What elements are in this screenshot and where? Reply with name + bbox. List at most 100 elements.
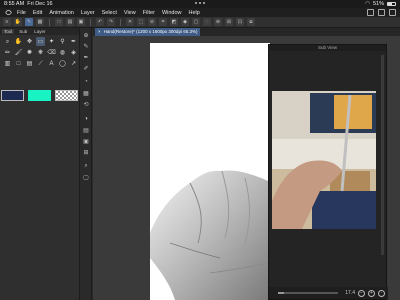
status-right: ◠ 51% [365,0,396,8]
invert-selection-icon[interactable]: ◩ [170,18,178,26]
material-icon[interactable]: ▣ [82,137,90,145]
search-icon[interactable]: ⌕ [82,162,90,170]
crop-icon[interactable]: ⌗ [159,18,167,26]
eraser-icon[interactable]: ⌫ [47,48,56,57]
close-icon[interactable]: × [98,28,101,36]
undo-icon[interactable]: ↶ [96,18,104,26]
balloon-icon[interactable]: ◯ [58,59,67,68]
frame-icon[interactable]: ▤ [25,59,34,68]
palette-bar: ⊕ ✎ ✒ ✐ ◔ ▦ ⟲ ◑ ▤ ▣ ⊞ ⌕ ▢ [80,28,92,300]
menu-file[interactable]: File [17,10,26,16]
airbrush-icon[interactable]: ✺ [25,48,34,57]
menu-window[interactable]: Window [162,10,182,16]
text-icon[interactable]: A [47,59,56,68]
layer-properties-icon[interactable]: ◑ [82,115,90,123]
redo-icon[interactable]: ↷ [107,18,115,26]
menu-select[interactable]: Select [102,10,117,16]
zoom-icon[interactable]: ⌕ [3,37,12,46]
figure-icon[interactable]: □ [14,59,23,68]
tab-sub[interactable]: Sub [17,29,29,34]
window-icon[interactable]: ▢ [82,173,90,181]
wand-icon[interactable]: ✦ [47,37,56,46]
reference-icon[interactable]: ⊡ [236,18,244,26]
decoration-icon[interactable]: ❋ [36,48,45,57]
brush-size-icon[interactable]: ✎ [82,42,90,50]
new-icon[interactable]: □ [55,18,63,26]
select-tool-icon[interactable]: ▭ [36,37,45,46]
zoom-slider[interactable] [278,292,339,294]
tab-tool[interactable]: Tool [2,29,15,34]
select-layer-icon[interactable]: ▢ [192,18,200,26]
snap-icon[interactable]: ⊕ [214,18,222,26]
multitask-dots-icon[interactable] [190,2,210,5]
divider [120,18,121,26]
menu-edit[interactable]: Edit [33,10,42,16]
gradient-icon[interactable]: ▥ [3,59,12,68]
sub-view-scrollbar[interactable] [381,55,384,255]
history-icon[interactable]: ⟲ [82,100,90,108]
correction-icon[interactable]: ↗ [69,59,78,68]
ruler-tool-icon[interactable]: ⟋ [36,59,45,68]
menu-view[interactable]: View [124,10,136,16]
menu-animation[interactable]: Animation [49,10,73,16]
drawing-canvas[interactable] [150,43,270,300]
open-icon[interactable]: ▤ [66,18,74,26]
zoom-out-icon[interactable]: − [358,289,365,297]
menu-icon[interactable]: ≡ [3,18,11,26]
pen-settings-icon[interactable]: ✒ [82,53,90,61]
sub-view-title: Sub View [269,45,386,51]
pen-mode-icon[interactable]: ✎ [25,18,33,26]
hand-icon[interactable]: ✋ [14,18,22,26]
settings-icon[interactable] [389,9,396,16]
color-swatches [1,90,78,101]
main-color-swatch[interactable] [1,90,24,101]
layers-icon[interactable]: ▤ [82,126,90,134]
status-bar: 8:55 AM Fri Dec 16 ◠ 51% [0,0,400,8]
autoaction-icon[interactable]: ⊞ [82,148,90,156]
app-logo-icon[interactable] [4,8,13,17]
hand-drawing [150,170,270,300]
pencil-icon[interactable]: ✏ [3,48,12,57]
layout-icon[interactable] [378,9,385,16]
hand-tool-icon[interactable]: ✋ [14,37,23,46]
sub-view-panel: Sub View 17.4 − + · [268,44,388,300]
sub-color-swatch[interactable] [28,90,51,101]
blend-icon[interactable]: ◍ [58,48,67,57]
clear-icon[interactable]: ✕ [126,18,134,26]
menu-layer[interactable]: Layer [81,10,95,16]
deselect-icon[interactable]: ⊘ [148,18,156,26]
grid-icon[interactable]: ▦ [36,18,44,26]
tool-panel-tabs: Tool Sub Layer [0,28,79,35]
wifi-icon: ◠ [365,1,370,7]
menu-help[interactable]: Help [189,10,200,16]
transform-icon[interactable]: ⬚ [137,18,145,26]
move-icon[interactable]: ✥ [25,37,34,46]
eyedropper-icon[interactable]: ⚲ [58,37,67,46]
eyedropper-icon[interactable]: · [378,289,385,297]
transparent-color-swatch[interactable] [55,90,78,101]
color-wheel-icon[interactable]: ◔ [82,78,90,86]
zoom-in-icon[interactable]: + [368,289,375,297]
ruler-icon[interactable]: ⊞ [225,18,233,26]
tool-panel: Tool Sub Layer ⌕ ✋ ✥ ▭ ✦ ⚲ ✒ ✏ 🖌 ✺ ❋ ⌫ ◍… [0,28,80,300]
zoom-slider-fill [278,292,285,294]
document-tab[interactable]: × Hand(Restore)* (1200 x 1600px 300dpi 6… [95,28,201,36]
reference-photo-image [272,91,376,229]
divider [90,18,91,26]
date: Fri Dec 16 [27,1,53,7]
fill-tool-icon[interactable]: ◈ [69,48,78,57]
panel-toggle-icon[interactable] [367,9,374,16]
color-set-icon[interactable]: ▦ [82,89,90,97]
menu-filter[interactable]: Filter [143,10,155,16]
pen-icon[interactable]: ✒ [69,37,78,46]
save-icon[interactable]: ▣ [77,18,85,26]
symmetry-icon[interactable]: ⧈ [247,18,255,26]
brush-icon[interactable]: 🖌 [14,48,23,57]
fill-icon[interactable]: ◆ [181,18,189,26]
reference-photo[interactable] [272,91,376,229]
tab-layer[interactable]: Layer [32,29,47,34]
navigator-icon[interactable]: ⊕ [82,31,90,39]
edit-icon[interactable]: ✐ [82,64,90,72]
lasso-icon[interactable]: ◌ [203,18,211,26]
time: 8:55 AM [4,1,25,7]
